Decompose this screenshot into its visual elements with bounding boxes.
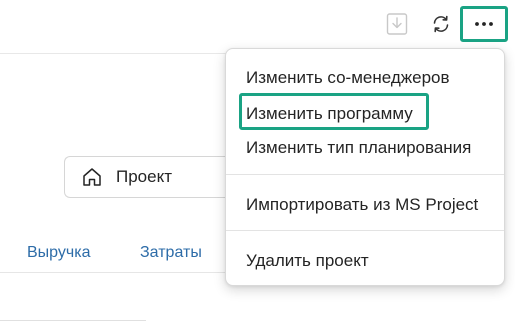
menu-item-import-ms-project[interactable]: Импортировать из MS Project	[246, 195, 478, 215]
menu-item-change-program[interactable]: Изменить программу	[246, 104, 413, 124]
tabs-divider	[0, 272, 240, 273]
menu-item-change-comanagers[interactable]: Изменить со-менеджеров	[246, 68, 450, 88]
more-horizontal-icon	[474, 21, 494, 27]
project-label: Проект	[116, 167, 172, 186]
download-box-icon	[386, 12, 408, 41]
import-button[interactable]	[384, 12, 410, 40]
tab-revenue[interactable]: Выручка	[27, 244, 90, 262]
header-divider	[0, 53, 240, 54]
project-chip[interactable]: Проект	[64, 156, 244, 198]
more-options-button[interactable]	[460, 6, 508, 42]
tabs-bar: Выручка Затраты	[0, 232, 240, 272]
menu-item-delete-project[interactable]: Удалить проект	[246, 251, 369, 271]
home-icon	[81, 166, 103, 188]
content-divider	[0, 320, 146, 321]
tab-costs[interactable]: Затраты	[140, 244, 202, 262]
menu-divider	[226, 230, 504, 231]
menu-item-change-planning-type[interactable]: Изменить тип планирования	[246, 138, 471, 158]
menu-divider	[226, 174, 504, 175]
refresh-button[interactable]	[429, 12, 453, 40]
page: Проект Выручка Затраты Изменить со-менед…	[0, 0, 515, 332]
more-options-menu: Изменить со-менеджеров Изменить программ…	[225, 48, 505, 286]
refresh-icon	[431, 14, 451, 39]
